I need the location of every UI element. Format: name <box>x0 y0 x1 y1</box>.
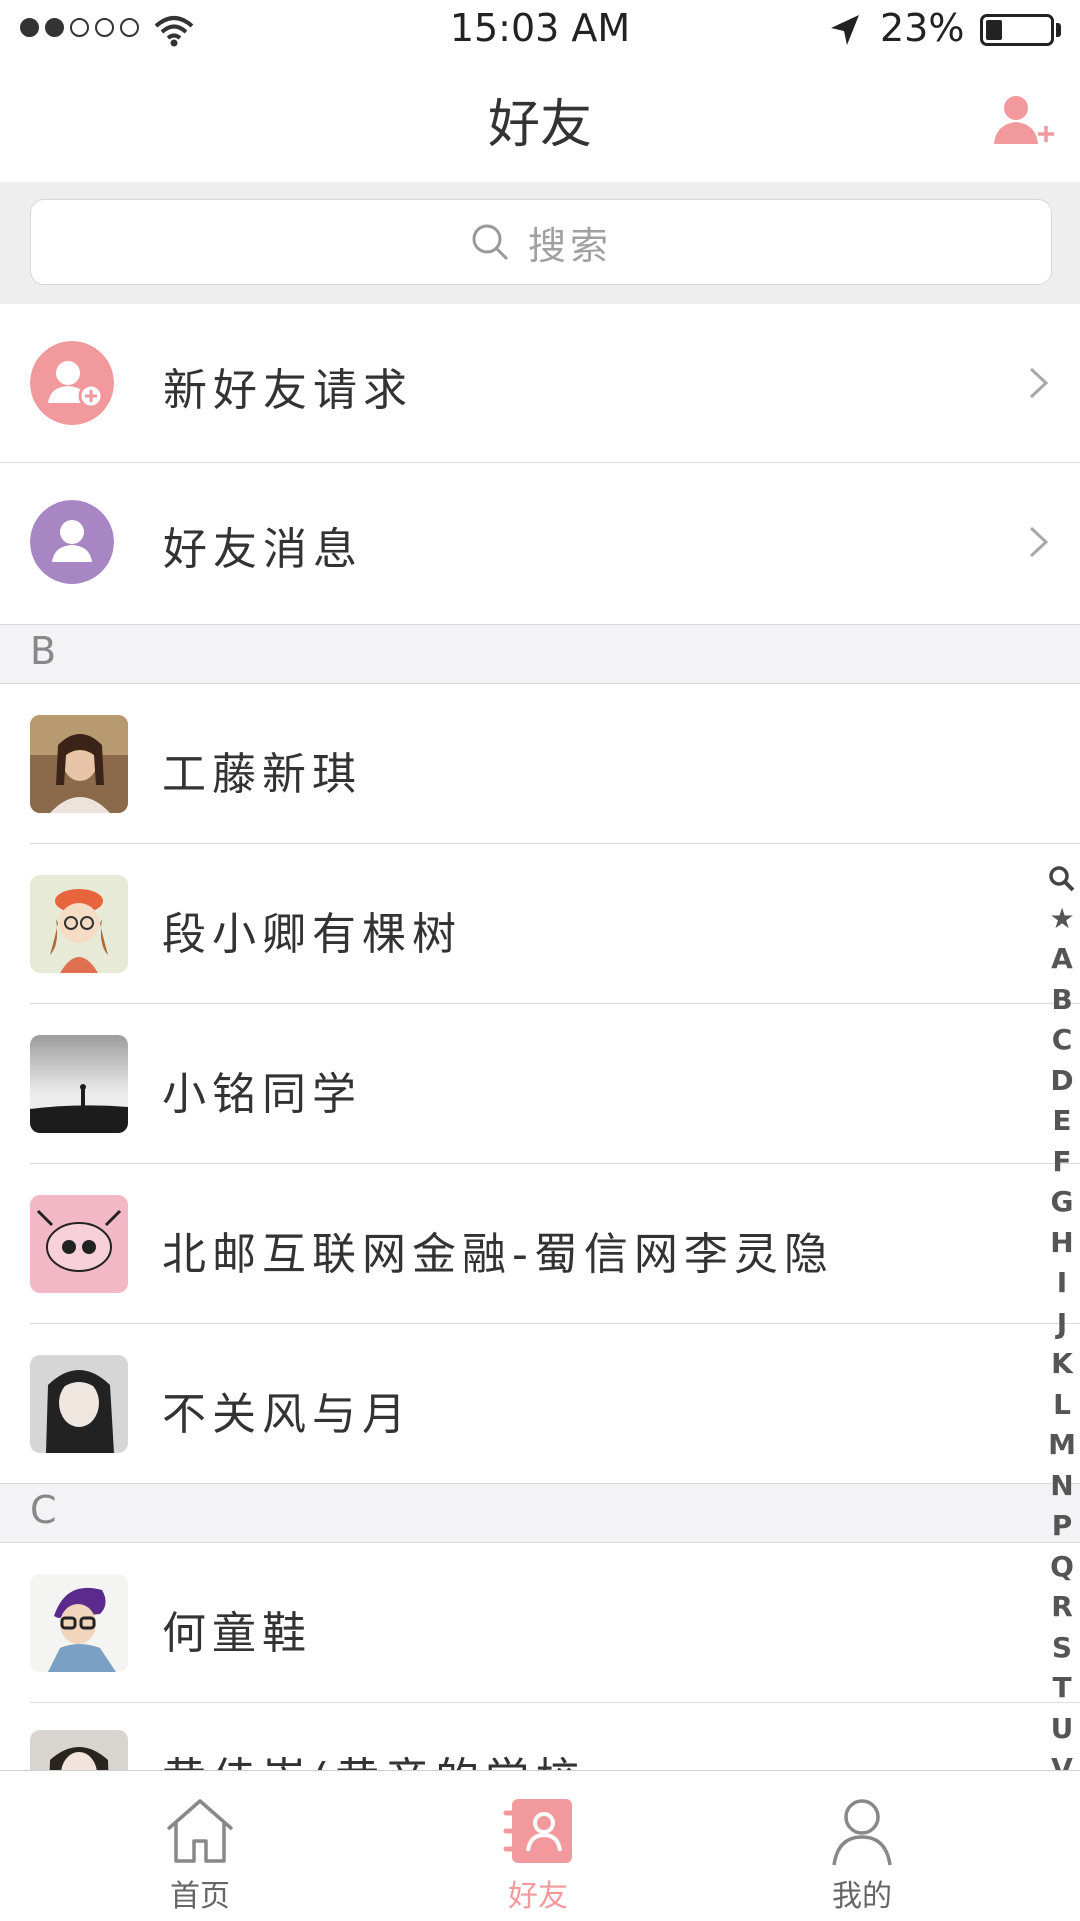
index-letter-p[interactable]: P <box>1044 1506 1080 1547</box>
index-letter-s[interactable]: S <box>1044 1628 1080 1669</box>
tab-profile[interactable]: 我的 <box>782 1771 942 1921</box>
avatar <box>30 1355 128 1453</box>
avatar <box>30 1730 128 1770</box>
index-letter-i[interactable]: I <box>1044 1263 1080 1304</box>
add-friend-icon[interactable] <box>990 90 1054 154</box>
new-friend-requests-row[interactable]: 新好友请求 <box>0 304 1080 462</box>
tab-friends-label: 好友 <box>508 1879 568 1914</box>
contact-name: 北邮互联网金融-蜀信网李灵隐 <box>162 1229 834 1280</box>
index-letter-e[interactable]: E <box>1044 1101 1080 1142</box>
contacts-icon <box>503 1799 572 1863</box>
index-letter-t[interactable]: T <box>1044 1668 1080 1709</box>
index-letter-g[interactable]: G <box>1044 1182 1080 1223</box>
alphabet-index-bar[interactable]: ★ A B C D E F G H I J K L M N P Q R S T U V <box>1044 858 1080 1790</box>
index-star[interactable]: ★ <box>1044 899 1080 940</box>
contact-row[interactable]: 段小卿有棵树 <box>0 844 1080 1004</box>
index-letter-a[interactable]: A <box>1044 939 1080 980</box>
index-letter-n[interactable]: N <box>1044 1466 1080 1507</box>
status-bar: 15:03 AM 23% <box>0 0 1080 60</box>
index-letter-b[interactable]: B <box>1044 980 1080 1021</box>
section-header-b: B <box>0 624 1080 684</box>
home-icon <box>166 1799 234 1863</box>
chevron-right-icon <box>1029 367 1049 399</box>
index-letter-q[interactable]: Q <box>1044 1547 1080 1588</box>
index-letter-d[interactable]: D <box>1044 1061 1080 1102</box>
tab-home[interactable]: 首页 <box>120 1771 280 1921</box>
index-letter-u[interactable]: U <box>1044 1709 1080 1750</box>
contact-name: 工藤新琪 <box>162 749 362 800</box>
battery-icon <box>980 14 1054 46</box>
avatar <box>30 875 128 973</box>
contact-name: 段小卿有棵树 <box>162 909 462 960</box>
contact-row[interactable]: 何童鞋 <box>0 1543 1080 1703</box>
tab-profile-label: 我的 <box>832 1879 892 1914</box>
section-header-c: C <box>0 1483 1080 1543</box>
search-placeholder: 搜索 <box>527 223 612 268</box>
page-title: 好友 <box>487 95 592 155</box>
tab-friends[interactable]: 好友 <box>458 1771 618 1921</box>
profile-icon <box>832 1799 892 1866</box>
friend-messages-label: 好友消息 <box>163 524 363 575</box>
battery-percentage: 23% <box>880 6 965 50</box>
contact-name: 不关风与月 <box>162 1389 412 1440</box>
index-letter-r[interactable]: R <box>1044 1587 1080 1628</box>
contact-row[interactable]: 北邮互联网金融-蜀信网李灵隐 <box>0 1164 1080 1324</box>
friend-messages-icon <box>30 500 114 584</box>
avatar <box>30 1195 128 1293</box>
tab-bar: 首页 好友 我的 <box>0 1770 1080 1921</box>
index-letter-j[interactable]: J <box>1044 1304 1080 1345</box>
index-search-icon[interactable] <box>1044 858 1080 899</box>
avatar <box>30 1574 128 1672</box>
contact-row[interactable]: 黄佳崇(黄帝的学校 <box>0 1703 1080 1770</box>
index-letter-m[interactable]: M <box>1044 1425 1080 1466</box>
index-letter-f[interactable]: F <box>1044 1142 1080 1183</box>
contact-row[interactable]: 小铭同学 <box>0 1004 1080 1164</box>
contact-name: 何童鞋 <box>162 1608 312 1659</box>
contact-name: 黄佳崇(黄帝的学校 <box>162 1743 585 1770</box>
tab-home-label: 首页 <box>170 1879 230 1914</box>
avatar <box>30 1035 128 1133</box>
index-letter-l[interactable]: L <box>1044 1385 1080 1426</box>
new-friend-request-icon <box>30 341 114 425</box>
avatar <box>30 715 128 813</box>
index-letter-c[interactable]: C <box>1044 1020 1080 1061</box>
contact-row[interactable]: 不关风与月 <box>0 1324 1080 1484</box>
chevron-right-icon <box>1029 526 1049 558</box>
contact-name: 小铭同学 <box>162 1069 362 1120</box>
index-letter-h[interactable]: H <box>1044 1223 1080 1264</box>
search-input[interactable]: 搜索 <box>30 199 1052 285</box>
new-friend-requests-label: 新好友请求 <box>163 365 413 416</box>
search-icon <box>472 224 509 261</box>
contact-row[interactable]: 工藤新琪 <box>0 684 1080 844</box>
friend-messages-row[interactable]: 好友消息 <box>0 463 1080 621</box>
index-letter-k[interactable]: K <box>1044 1344 1080 1385</box>
location-arrow-icon <box>831 15 859 45</box>
